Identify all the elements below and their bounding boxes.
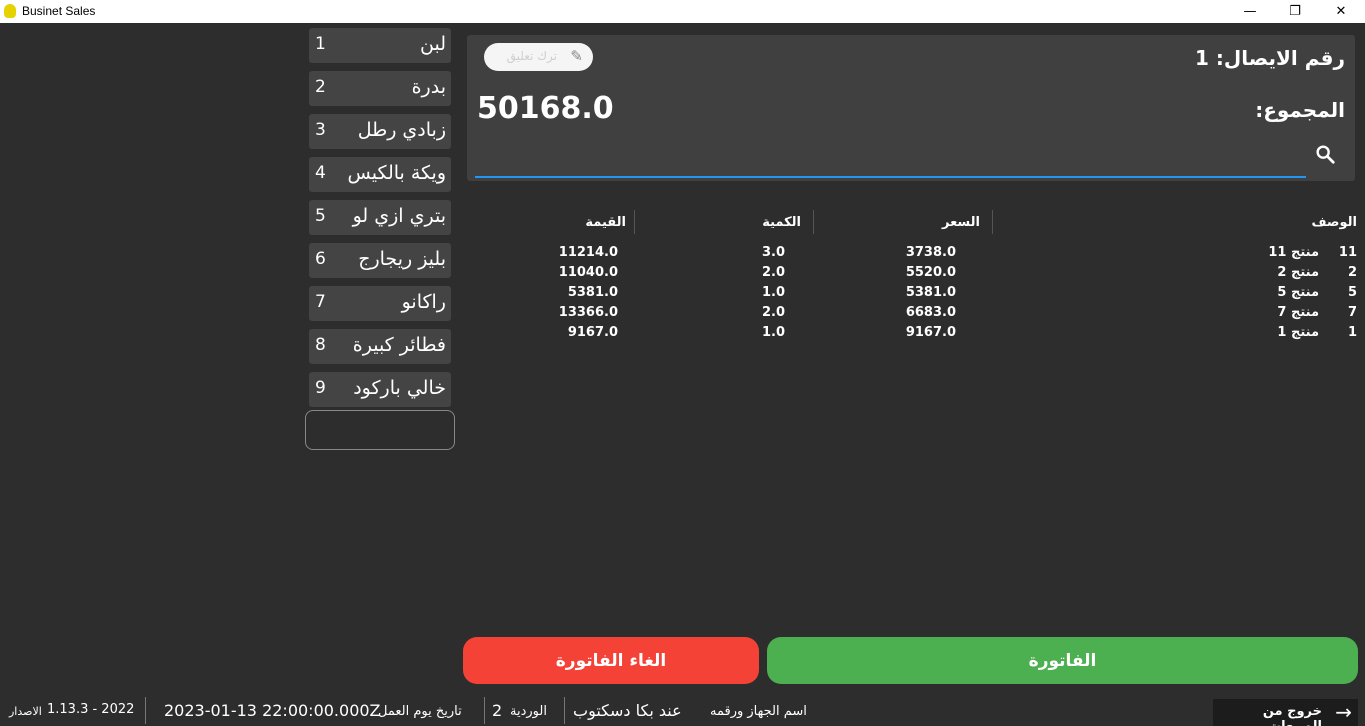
row-description: منتج 5 [1277, 285, 1319, 300]
status-divider [484, 697, 485, 724]
workday-value: 2023-01-13 22:00:00.000Z [164, 701, 381, 720]
column-divider [634, 210, 635, 234]
minimize-button[interactable]: — [1227, 0, 1273, 23]
shift-value: 2 [492, 701, 503, 720]
device-label: اسم الجهاز ورقمه [710, 704, 807, 719]
quick-product-name: زبادي رطل [357, 119, 446, 141]
pencil-icon: ✎ [570, 47, 583, 65]
quick-product-name: ويكة بالكيس [347, 162, 447, 184]
quick-product-name: بليز ريجارج [358, 248, 446, 270]
workday-label: تاريخ يوم العمل [378, 704, 462, 719]
quick-product-item[interactable]: ويكة بالكيس 4 [309, 157, 451, 192]
quick-product-number: 8 [315, 335, 326, 355]
title-bar: Businet Sales — ❐ ✕ [0, 0, 1365, 23]
search-input[interactable] [475, 176, 1306, 178]
quick-product-number: 1 [315, 34, 326, 54]
window-title: Businet Sales [22, 4, 96, 18]
version-label: الاصدار [9, 705, 42, 718]
row-index: 11 [1338, 245, 1357, 260]
row-index: 5 [1347, 285, 1357, 300]
row-quantity: 2.0 [761, 305, 785, 320]
total-label: المجموع: [1255, 98, 1345, 122]
row-description: منتج 1 [1277, 325, 1319, 340]
table-row[interactable]: 1 منتج 1 9167.0 1.0 9167.0 [467, 325, 1359, 345]
row-price: 5381.0 [905, 285, 956, 300]
row-quantity: 1.0 [761, 285, 785, 300]
row-value: 11214.0 [558, 245, 618, 260]
cancel-invoice-button[interactable]: الغاء الفاتورة [463, 637, 759, 684]
column-header-description: الوصف [1311, 215, 1357, 230]
shift-label: الوردية [510, 704, 547, 719]
row-quantity: 3.0 [761, 245, 785, 260]
search-icon[interactable] [1314, 143, 1336, 165]
row-description: منتج 11 [1268, 245, 1319, 260]
quick-product-name: خالي باركود [353, 377, 446, 399]
quick-product-name: فطائر كبيرة [352, 334, 446, 356]
column-header-price: السعر [942, 215, 980, 230]
table-row[interactable]: 2 منتج 2 5520.0 2.0 11040.0 [467, 265, 1359, 285]
quick-product-item[interactable]: زبادي رطل 3 [309, 114, 451, 149]
status-divider [145, 697, 146, 724]
table-row[interactable]: 7 منتج 7 6683.0 2.0 13366.0 [467, 305, 1359, 325]
exit-sales-button[interactable]: خروج من المبيعات → [1213, 699, 1358, 726]
quick-product-number: 9 [315, 378, 326, 398]
quick-product-item[interactable]: خالي باركود 9 [309, 372, 451, 407]
row-price: 3738.0 [905, 245, 956, 260]
exit-sales-label: خروج من المبيعات [1262, 704, 1322, 726]
quick-product-name: بدرة [411, 76, 446, 98]
column-header-quantity: الكمية [762, 215, 801, 230]
row-quantity: 2.0 [761, 265, 785, 280]
quick-product-number: 6 [315, 249, 326, 269]
quick-product-name: بتري ازي لو [352, 205, 446, 227]
table-row[interactable]: 5 منتج 5 5381.0 1.0 5381.0 [467, 285, 1359, 305]
device-value: عند بكا دسكتوب [573, 701, 682, 720]
row-value: 11040.0 [558, 265, 618, 280]
maximize-button[interactable]: ❐ [1272, 0, 1318, 23]
row-index: 1 [1347, 325, 1357, 340]
row-price: 5520.0 [905, 265, 956, 280]
row-value: 9167.0 [567, 325, 618, 340]
quick-product-name: لبن [420, 33, 446, 55]
row-index: 7 [1347, 305, 1357, 320]
quick-product-number: 2 [315, 77, 326, 97]
quick-product-item[interactable]: بليز ريجارج 6 [309, 243, 451, 278]
quick-product-number: 4 [315, 163, 326, 183]
column-divider [992, 210, 993, 234]
leave-comment-label: ترك تعليق [506, 49, 557, 63]
quick-product-empty-slot[interactable] [305, 410, 455, 450]
quick-product-number: 7 [315, 292, 326, 312]
invoice-button[interactable]: الفاتورة [767, 637, 1358, 684]
leave-comment-button[interactable]: ✎ ترك تعليق [484, 43, 593, 71]
quick-product-item[interactable]: بدرة 2 [309, 71, 451, 106]
row-description: منتج 7 [1277, 305, 1319, 320]
receipt-number: رقم الايصال: 1 [1195, 46, 1345, 70]
row-quantity: 1.0 [761, 325, 785, 340]
row-value: 13366.0 [558, 305, 618, 320]
quick-product-number: 3 [315, 120, 326, 140]
version-value: 1.13.3 - 2022 [47, 702, 135, 717]
close-button[interactable]: ✕ [1318, 0, 1364, 23]
quick-product-number: 5 [315, 206, 326, 226]
arrow-right-icon: → [1335, 700, 1352, 724]
column-divider [813, 210, 814, 234]
quick-product-name: راكانو [401, 291, 446, 313]
total-value: 50168.0 [477, 91, 614, 126]
row-index: 2 [1347, 265, 1357, 280]
quick-product-item[interactable]: راكانو 7 [309, 286, 451, 321]
app-logo-icon [4, 4, 16, 18]
column-header-value: القيمة [585, 215, 626, 230]
row-value: 5381.0 [567, 285, 618, 300]
row-price: 9167.0 [905, 325, 956, 340]
table-row[interactable]: 11 منتج 11 3738.0 3.0 11214.0 [467, 245, 1359, 265]
row-price: 6683.0 [905, 305, 956, 320]
quick-product-item[interactable]: فطائر كبيرة 8 [309, 329, 451, 364]
quick-product-item[interactable]: بتري ازي لو 5 [309, 200, 451, 235]
quick-product-item[interactable]: لبن 1 [309, 28, 451, 63]
status-divider [564, 697, 565, 724]
row-description: منتج 2 [1277, 265, 1319, 280]
